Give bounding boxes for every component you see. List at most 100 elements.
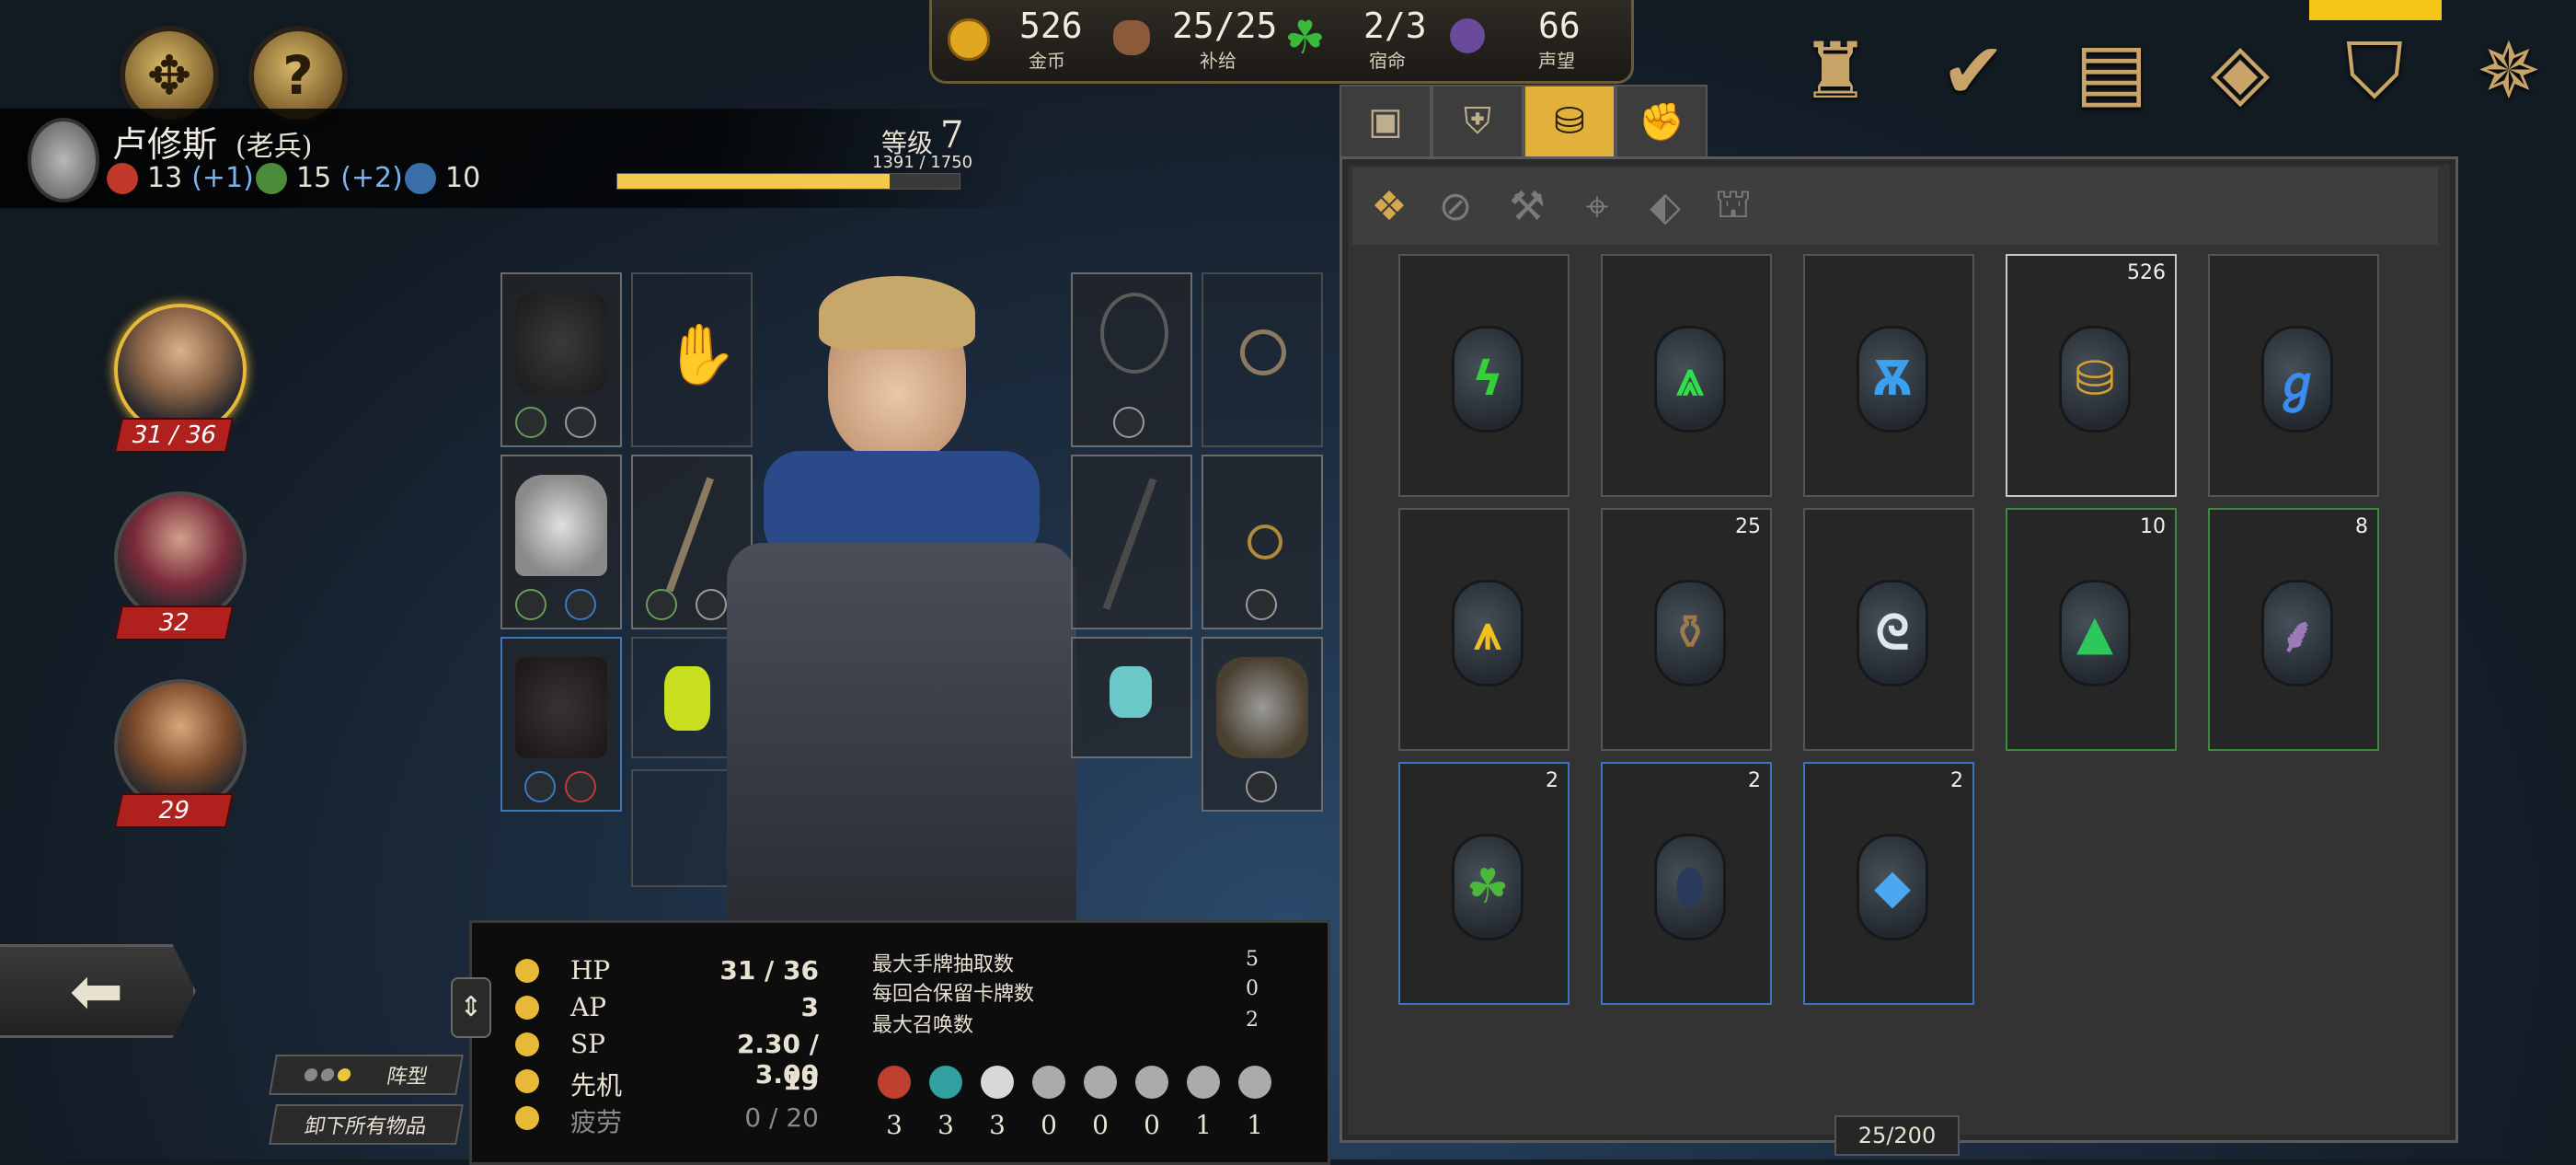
- faction-emblem-button[interactable]: ✥: [125, 31, 213, 120]
- equip-slot-neck-armor[interactable]: [500, 272, 622, 447]
- hero-figure: [699, 276, 1086, 929]
- resist-values: 3 3 3 0 0 0 1 1: [878, 1110, 1271, 1140]
- equip-slot-ring-2[interactable]: [1202, 455, 1323, 629]
- bracer-icon: [1216, 657, 1308, 758]
- equip-slot-consumable[interactable]: [1071, 637, 1192, 758]
- wind-swirl-icon: [981, 1066, 1014, 1099]
- help-button[interactable]: ?: [254, 31, 342, 120]
- item-quantity: 526: [2127, 261, 2166, 284]
- party-portrait-3[interactable]: [114, 679, 247, 812]
- inventory-slot[interactable]: ⸙ 8: [2208, 508, 2379, 751]
- boots-icon: [515, 657, 607, 758]
- supply-pack-icon: ⚱: [1654, 580, 1726, 686]
- resist-value: 3: [989, 1110, 1006, 1140]
- question-icon: ?: [282, 44, 314, 107]
- inventory-slot[interactable]: Ѫ: [1803, 254, 1974, 497]
- resist-value: 3: [937, 1110, 954, 1140]
- tab-items[interactable]: ⛁: [1524, 85, 1616, 156]
- stat-value: 19: [783, 1066, 819, 1096]
- rune-yellow-icon: ⩚: [1452, 580, 1524, 686]
- filter-drop-icon[interactable]: ⬖: [1638, 179, 1693, 234]
- shield-buff-icon: [515, 589, 546, 620]
- equip-slot-body-armor[interactable]: [500, 455, 622, 629]
- map-grid-icon[interactable]: ◈: [2190, 20, 2291, 121]
- stat-row-initiative: 先机 19: [515, 1066, 819, 1102]
- rune-white-swirl-icon: ᘓ: [1857, 580, 1928, 686]
- intellect-book-icon: [405, 162, 436, 194]
- resist-icons: [878, 1066, 1271, 1099]
- equip-slot-amulet[interactable]: [1071, 272, 1192, 447]
- socket-empty-icon: [565, 407, 596, 438]
- tab-cards[interactable]: ▣: [1340, 85, 1432, 156]
- socket-empty-icon: [1113, 407, 1144, 438]
- ring-gem-icon: [1248, 525, 1282, 559]
- equip-slot-bracer[interactable]: [1202, 637, 1323, 812]
- stat-row-ap: AP 3: [515, 992, 819, 1022]
- shield-skull-icon: [1238, 1066, 1271, 1099]
- filter-none-icon[interactable]: ⊘: [1428, 179, 1483, 234]
- inventory-slot[interactable]: ⚱ 25: [1601, 508, 1772, 751]
- green-powder-icon: ▲: [2059, 580, 2131, 686]
- party-portrait-lucius[interactable]: [114, 304, 247, 436]
- inventory-bag-icon[interactable]: ⛉: [2324, 20, 2425, 121]
- party-hp-1: 31 / 36: [113, 418, 235, 453]
- four-leaf-clover-icon: ☘: [1452, 834, 1524, 940]
- tab-equipment[interactable]: ⛨: [1432, 85, 1524, 156]
- supply-value: 25/25: [1172, 6, 1278, 46]
- agility-bonus: (+2): [340, 162, 403, 194]
- counter-label: 最大召唤数: [872, 1014, 974, 1037]
- buff-icon: [515, 407, 546, 438]
- intellect-value: 10: [445, 162, 481, 194]
- inventory-slot[interactable]: ☘ 2: [1398, 762, 1570, 1005]
- filter-all-icon[interactable]: ❖: [1362, 179, 1417, 234]
- renown-value: 66: [1538, 6, 1581, 46]
- filter-target-icon[interactable]: ⌖: [1570, 179, 1625, 234]
- item-quantity: 10: [2140, 515, 2166, 538]
- plate-armor-icon: [515, 475, 607, 576]
- dark-stone-icon: ⬮: [1654, 834, 1726, 940]
- castle-tower-icon[interactable]: ♜: [1785, 20, 1886, 121]
- fate-value: 2/3: [1363, 6, 1427, 46]
- inventory-slot[interactable]: ⩓: [1601, 254, 1772, 497]
- inventory-slot[interactable]: ◆ 2: [1803, 762, 1974, 1005]
- card-icon: ▣: [1368, 100, 1403, 143]
- formation-button[interactable]: 阵型: [269, 1055, 464, 1095]
- stat-name: 疲劳: [570, 1107, 623, 1137]
- journal-book-icon[interactable]: ▤: [2061, 20, 2162, 121]
- inventory-slot[interactable]: ℊ: [2208, 254, 2379, 497]
- ring-icon: [1240, 329, 1286, 375]
- resist-value: 1: [1247, 1110, 1263, 1140]
- filter-tools-icon[interactable]: ⚒: [1500, 179, 1555, 234]
- scarf-icon: [515, 293, 607, 394]
- back-button[interactable]: ⬅: [0, 944, 196, 1038]
- check-quest-icon[interactable]: ✔: [1923, 20, 2024, 121]
- compass-icon[interactable]: ✵: [2458, 20, 2559, 121]
- equip-slot-ring-1[interactable]: [1202, 272, 1323, 447]
- agility-icon: [256, 162, 287, 194]
- item-quantity: 2: [1546, 769, 1558, 792]
- stat-name: 先机: [570, 1070, 623, 1101]
- tab-trophies[interactable]: ✊: [1616, 85, 1708, 156]
- strength-fist-icon: [107, 162, 138, 194]
- inventory-slot[interactable]: ⬮ 2: [1601, 762, 1772, 1005]
- counter-value: 5: [1246, 948, 1259, 971]
- inventory-slot[interactable]: ⛁ 526: [2006, 254, 2177, 497]
- equip-slot-off-hand[interactable]: [1071, 455, 1192, 629]
- sort-toggle-button[interactable]: ⇕: [451, 977, 491, 1038]
- inventory-slot[interactable]: ϟ: [1398, 254, 1570, 497]
- filter-chest-icon[interactable]: ⛫: [1706, 179, 1761, 234]
- renown-gem-icon: [1450, 18, 1485, 53]
- inventory-slot[interactable]: ⩚: [1398, 508, 1570, 751]
- stat-row-hp: HP 31 / 36: [515, 955, 819, 986]
- formation-label: 阵型: [385, 1066, 430, 1089]
- unequip-all-button[interactable]: 卸下所有物品: [269, 1104, 464, 1145]
- inventory-slot[interactable]: ▲ 10: [2006, 508, 2177, 751]
- inventory-slot[interactable]: ᘓ: [1803, 508, 1974, 751]
- party-portrait-2[interactable]: [114, 491, 247, 624]
- fate-label: 宿命: [1369, 50, 1406, 72]
- shield-lightning-icon: [1187, 1066, 1220, 1099]
- equip-slot-boots[interactable]: [500, 637, 622, 812]
- counter-label: 每回合保留卡牌数: [872, 983, 1035, 1006]
- resist-value: 0: [1092, 1110, 1109, 1140]
- cyan-flask-icon: [1110, 666, 1152, 718]
